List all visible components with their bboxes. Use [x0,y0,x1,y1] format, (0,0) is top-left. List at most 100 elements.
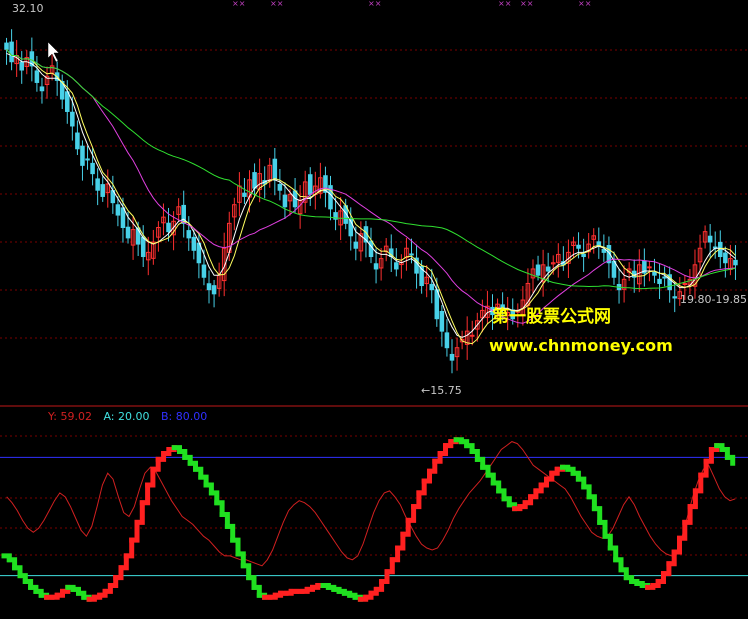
candle [39,77,45,104]
candle-body [166,222,171,233]
candle [277,169,283,201]
candle [449,339,455,374]
candle-body [206,283,212,291]
candle [232,197,237,231]
legend-a: A: 20.00 [103,410,150,423]
candle [388,234,394,272]
watermark-title: 第一股票公式网 [492,307,611,327]
candle-body [535,264,541,276]
y-series-line [6,441,736,567]
last-range-label: 19.80-19.85 [680,293,747,306]
candle [85,145,90,170]
watermark-url: www.chnmoney.com [489,336,673,355]
k-step-segment [724,454,736,466]
top-marker: ×× [270,0,283,8]
top-marker: ×× [520,0,533,8]
candle [556,243,561,278]
candle [272,147,278,196]
candle [383,238,389,262]
candle [712,231,718,259]
candle [692,249,698,299]
candle-body [439,310,445,332]
candle [414,244,419,289]
candle-body [211,285,217,295]
top-marker: ×× [578,0,591,8]
candle-body [80,145,85,166]
candle-body [75,132,80,150]
k-step-segment [134,500,145,525]
candle [373,248,379,284]
candle [348,207,354,251]
candle [642,248,647,287]
top-marker: ×× [232,0,245,8]
candle [596,227,602,259]
candle [302,170,308,214]
candle-body [545,266,551,272]
candle-body [252,172,257,189]
candle-body [277,183,283,191]
candle [378,247,384,281]
candle [105,169,111,208]
candle-body [576,244,581,249]
candle-body [733,259,738,266]
candle [181,190,186,238]
candle [100,176,105,202]
k-step-segment [139,482,151,506]
candle [267,157,273,188]
candle-body [34,70,40,83]
candle [80,140,85,181]
candle-body [85,158,90,161]
candle [44,66,50,99]
candle-body [115,204,121,216]
candle-body [368,240,374,258]
k-step-segment [129,519,140,543]
candle [687,269,693,295]
candle-body [469,334,475,337]
candle-body [449,353,455,361]
indicator-legend: Y: 59.02 A: 20.00 B: 80.00 [48,410,215,423]
candle [151,229,156,265]
legend-y: Y: 59.02 [48,410,92,423]
candle [672,282,677,313]
candle [439,305,445,347]
candle-body [125,226,131,239]
candle [591,228,597,254]
ma-fast-line [6,52,736,338]
candle [9,29,14,71]
candle-body [65,91,70,112]
candle-body [652,271,657,276]
candle [606,236,612,279]
candle [702,225,708,249]
candle-body [95,178,100,191]
candle [216,262,222,297]
candle-body [307,174,313,195]
candle [75,120,80,156]
candle [176,198,181,222]
candle [186,216,192,251]
candle [328,175,333,221]
candle-body [140,236,146,258]
candle [19,51,24,84]
legend-b: B: 80.00 [160,410,208,423]
candle [90,147,95,186]
candle [667,266,672,303]
candle [581,238,586,272]
candle [242,178,247,205]
candle-body [657,278,662,284]
candle [733,245,738,280]
candle [404,237,409,271]
candle-body [4,42,9,50]
candle [586,233,591,259]
candle [257,158,262,203]
candle [110,175,116,214]
candle-body [120,207,126,229]
candle [424,265,429,298]
candle [206,270,212,304]
candle [611,251,617,285]
candle-body [429,283,435,291]
price-panel [4,29,738,374]
candle [140,225,146,267]
candle [616,269,622,304]
candle [444,319,450,357]
candle-body [90,162,95,175]
